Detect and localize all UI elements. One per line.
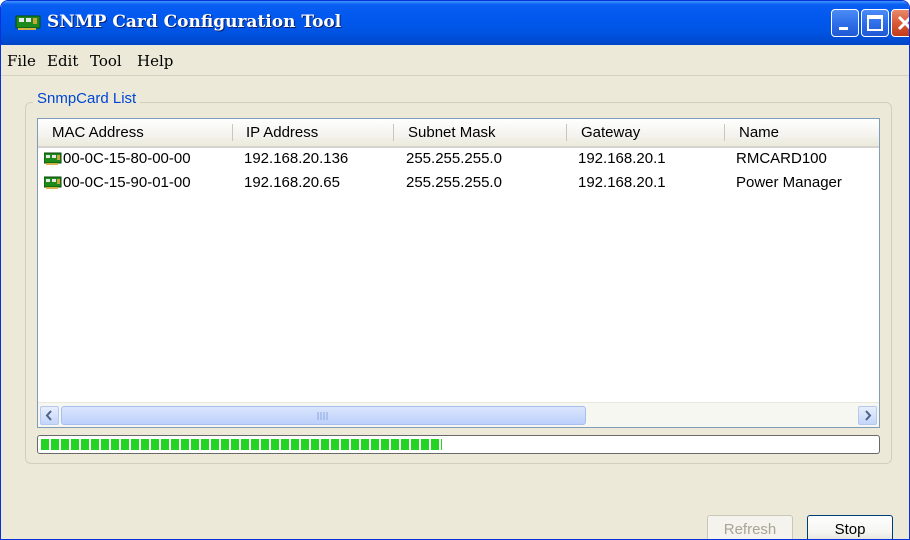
cell-mac: 00-0C-15-90-01-00 bbox=[63, 174, 191, 191]
cell-subnet: 255.255.255.0 bbox=[406, 150, 502, 167]
cell-name: RMCARD100 bbox=[736, 150, 827, 167]
snmpcard-list[interactable]: MAC Address IP Address Subnet Mask Gatew… bbox=[37, 118, 880, 428]
network-card-icon bbox=[15, 15, 41, 30]
chevron-right-icon bbox=[865, 410, 872, 421]
menu-tool[interactable]: Tool bbox=[90, 52, 122, 70]
close-icon bbox=[897, 15, 909, 31]
menu-help[interactable]: Help bbox=[137, 52, 173, 70]
stop-button[interactable]: Stop bbox=[807, 515, 893, 539]
column-header-gateway[interactable]: Gateway bbox=[581, 124, 640, 141]
cell-gateway: 192.168.20.1 bbox=[578, 150, 666, 167]
cell-subnet: 255.255.255.0 bbox=[406, 174, 502, 191]
cell-gateway: 192.168.20.1 bbox=[578, 174, 666, 191]
scroll-right-button[interactable] bbox=[858, 406, 877, 425]
close-button[interactable] bbox=[891, 9, 909, 37]
column-header-subnet[interactable]: Subnet Mask bbox=[408, 124, 496, 141]
scan-progress-bar bbox=[37, 435, 880, 454]
menu-edit[interactable]: Edit bbox=[47, 52, 78, 70]
cell-ip: 192.168.20.136 bbox=[244, 150, 349, 167]
title-bar[interactable]: SNMP Card Configuration Tool bbox=[1, 1, 909, 45]
list-header: MAC Address IP Address Subnet Mask Gatew… bbox=[38, 119, 879, 148]
column-separator[interactable] bbox=[566, 124, 567, 141]
refresh-button[interactable]: Refresh bbox=[707, 515, 793, 539]
cell-mac: 00-0C-15-80-00-00 bbox=[63, 150, 191, 167]
scroll-left-button[interactable] bbox=[40, 406, 59, 425]
menu-bar: File Edit Tool Help bbox=[1, 45, 909, 76]
column-header-mac[interactable]: MAC Address bbox=[52, 124, 144, 141]
progress-fill bbox=[41, 439, 442, 450]
column-separator[interactable] bbox=[724, 124, 725, 141]
network-card-icon bbox=[44, 176, 62, 189]
grip-icon bbox=[317, 412, 328, 420]
cell-name: Power Manager bbox=[736, 174, 842, 191]
network-card-icon bbox=[44, 152, 62, 165]
window-title: SNMP Card Configuration Tool bbox=[47, 12, 342, 32]
cell-ip: 192.168.20.65 bbox=[244, 174, 340, 191]
group-title: SnmpCard List bbox=[33, 90, 141, 107]
column-separator[interactable] bbox=[393, 124, 394, 141]
column-header-name[interactable]: Name bbox=[739, 124, 779, 141]
menu-file[interactable]: File bbox=[7, 52, 36, 70]
minimize-icon bbox=[839, 27, 848, 30]
chevron-left-icon bbox=[45, 410, 52, 421]
table-row[interactable]: 00-0C-15-90-01-00 192.168.20.65 255.255.… bbox=[38, 172, 879, 195]
table-row[interactable]: 00-0C-15-80-00-00 192.168.20.136 255.255… bbox=[38, 148, 879, 171]
minimize-button[interactable] bbox=[831, 9, 859, 37]
scrollbar-thumb[interactable] bbox=[61, 406, 586, 425]
horizontal-scrollbar[interactable] bbox=[38, 402, 879, 427]
column-header-ip[interactable]: IP Address bbox=[246, 124, 318, 141]
app-window: SNMP Card Configuration Tool File Edit T… bbox=[0, 0, 910, 540]
maximize-button[interactable] bbox=[861, 9, 889, 37]
column-separator[interactable] bbox=[232, 124, 233, 141]
maximize-icon bbox=[867, 15, 883, 31]
